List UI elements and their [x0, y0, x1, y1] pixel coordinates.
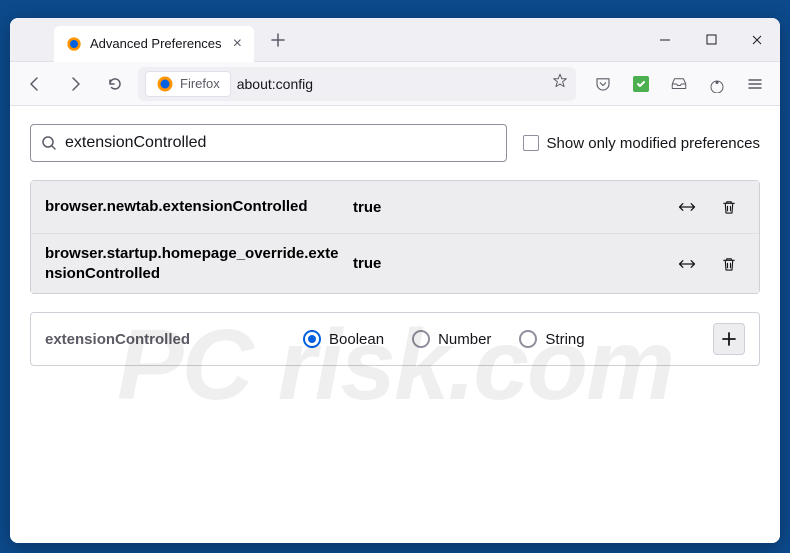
- maximize-button[interactable]: [688, 18, 734, 62]
- pref-value: true: [353, 255, 473, 272]
- toggle-button[interactable]: [671, 248, 703, 280]
- delete-button[interactable]: [713, 248, 745, 280]
- hamburger-icon: [747, 76, 763, 92]
- titlebar: Advanced Preferences ×: [10, 18, 780, 62]
- account-icon: [708, 75, 726, 93]
- back-button[interactable]: [18, 67, 52, 101]
- search-icon: [41, 135, 57, 151]
- maximize-icon: [706, 34, 717, 45]
- radio-icon: [303, 330, 321, 348]
- app-menu-button[interactable]: [738, 67, 772, 101]
- extension-button[interactable]: [624, 67, 658, 101]
- plus-icon: [722, 332, 736, 346]
- bookmark-star-button[interactable]: [551, 72, 569, 95]
- pref-actions: [671, 191, 745, 223]
- plus-icon: [271, 33, 285, 47]
- checkbox-icon: [523, 135, 539, 151]
- arrow-left-icon: [26, 75, 44, 93]
- arrow-right-icon: [66, 75, 84, 93]
- inbox-button[interactable]: [662, 67, 696, 101]
- delete-button[interactable]: [713, 191, 745, 223]
- toggle-icon: [677, 254, 697, 274]
- pref-row[interactable]: browser.newtab.extensionControlled true: [31, 181, 759, 233]
- show-modified-checkbox[interactable]: Show only modified preferences: [523, 135, 760, 152]
- search-input[interactable]: [65, 134, 496, 152]
- radio-label: Boolean: [329, 331, 384, 348]
- radio-string[interactable]: String: [519, 330, 584, 348]
- pref-name: browser.startup.homepage_override.extens…: [45, 244, 345, 283]
- radio-boolean[interactable]: Boolean: [303, 330, 384, 348]
- close-tab-icon[interactable]: ×: [233, 36, 242, 52]
- content-area: Show only modified preferences browser.n…: [10, 106, 780, 543]
- checkbox-label-text: Show only modified preferences: [547, 135, 760, 152]
- pocket-icon: [594, 75, 612, 93]
- radio-icon: [412, 330, 430, 348]
- radio-icon: [519, 330, 537, 348]
- inbox-icon: [670, 75, 688, 93]
- star-icon: [551, 72, 569, 90]
- pref-table: browser.newtab.extensionControlled true …: [30, 180, 760, 294]
- address-bar[interactable]: Firefox about:config: [138, 67, 576, 101]
- identity-box[interactable]: Firefox: [145, 71, 231, 97]
- close-icon: [751, 34, 763, 46]
- minimize-button[interactable]: [642, 18, 688, 62]
- add-pref-name: extensionControlled: [45, 331, 285, 348]
- pref-row[interactable]: browser.startup.homepage_override.extens…: [31, 233, 759, 293]
- search-box[interactable]: [30, 124, 507, 162]
- toggle-icon: [677, 197, 697, 217]
- window-controls: [642, 18, 780, 62]
- pref-value: true: [353, 199, 473, 216]
- tab-active[interactable]: Advanced Preferences ×: [54, 26, 254, 62]
- reload-icon: [106, 75, 124, 93]
- toolbar-icons: [586, 67, 772, 101]
- radio-label: String: [545, 331, 584, 348]
- new-tab-button[interactable]: [262, 24, 294, 56]
- pref-name: browser.newtab.extensionControlled: [45, 197, 345, 217]
- firefox-icon: [66, 36, 82, 52]
- pocket-button[interactable]: [586, 67, 620, 101]
- firefox-icon: [156, 75, 174, 93]
- add-pref-button[interactable]: [713, 323, 745, 355]
- radio-label: Number: [438, 331, 491, 348]
- search-row: Show only modified preferences: [30, 124, 760, 162]
- browser-window: Advanced Preferences × Firefox about:con…: [10, 18, 780, 543]
- pref-actions: [671, 248, 745, 280]
- toggle-button[interactable]: [671, 191, 703, 223]
- tab-title: Advanced Preferences: [90, 36, 222, 51]
- extension-icon: [633, 76, 649, 92]
- reload-button[interactable]: [98, 67, 132, 101]
- identity-label: Firefox: [180, 76, 220, 91]
- forward-button[interactable]: [58, 67, 92, 101]
- url-text: about:config: [237, 76, 313, 92]
- trash-icon: [720, 198, 738, 216]
- close-window-button[interactable]: [734, 18, 780, 62]
- minimize-icon: [659, 34, 671, 46]
- add-pref-row: extensionControlled Boolean Number Strin…: [30, 312, 760, 366]
- radio-number[interactable]: Number: [412, 330, 491, 348]
- trash-icon: [720, 255, 738, 273]
- type-radio-group: Boolean Number String: [303, 330, 695, 348]
- account-button[interactable]: [700, 67, 734, 101]
- nav-toolbar: Firefox about:config: [10, 62, 780, 106]
